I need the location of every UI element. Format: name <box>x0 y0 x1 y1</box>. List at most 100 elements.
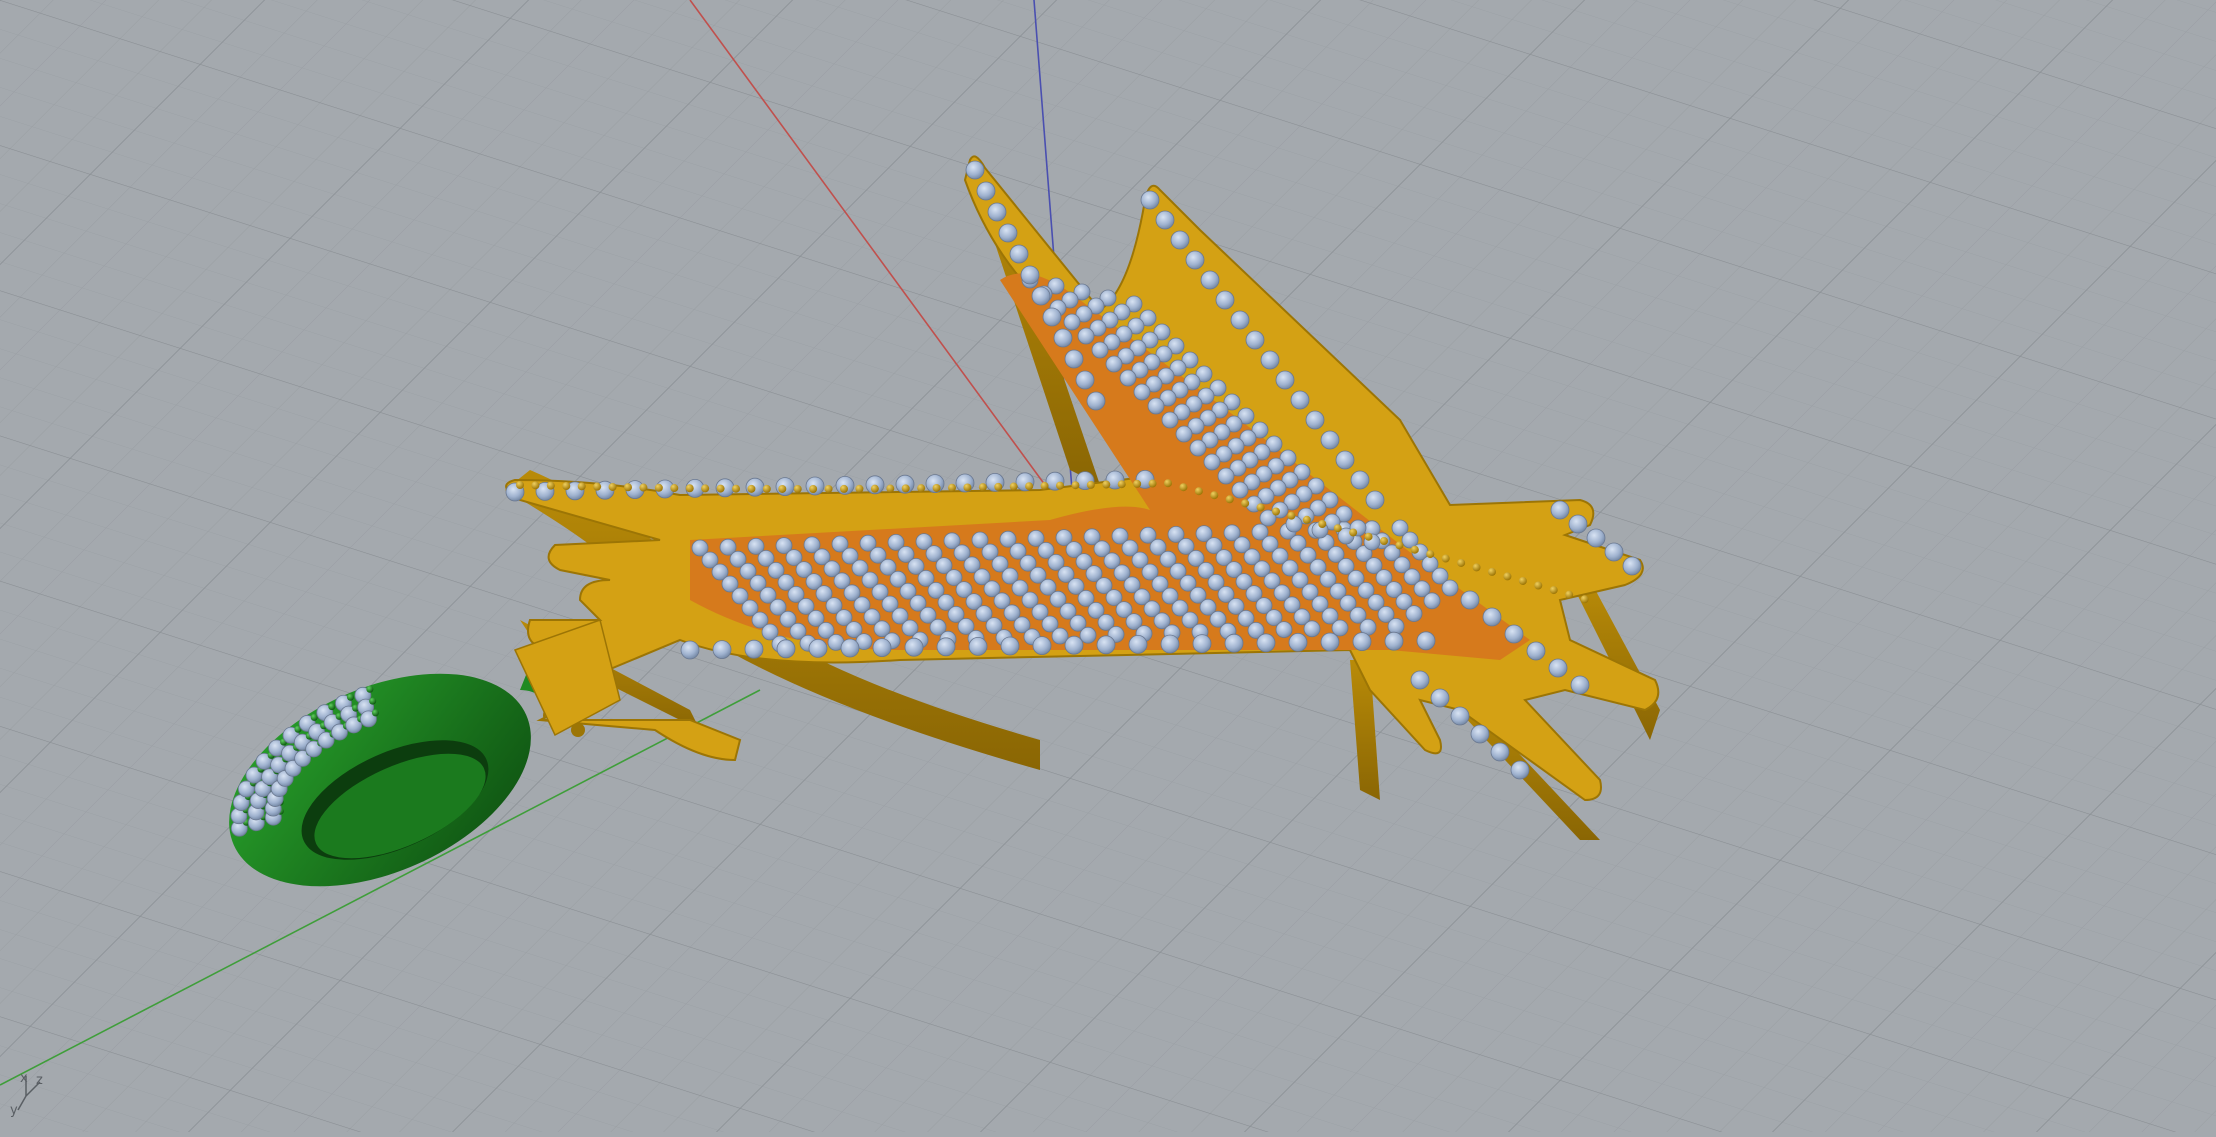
edge-stone <box>1470 724 1490 744</box>
prong <box>1488 567 1496 576</box>
bail-prong <box>346 693 354 701</box>
edge-stone <box>1410 670 1430 690</box>
prong <box>747 484 756 493</box>
prong <box>1349 528 1358 537</box>
edge-stone <box>1430 688 1450 708</box>
prong <box>1565 590 1574 599</box>
edge-stone <box>1586 528 1606 548</box>
pave-stone <box>1423 592 1441 610</box>
edge-stone <box>776 639 796 659</box>
widget-z-label: z <box>36 1073 43 1088</box>
edge-stone <box>1320 430 1340 450</box>
prong <box>1102 480 1111 489</box>
prong <box>793 484 802 493</box>
prong <box>1503 572 1512 581</box>
prong <box>917 484 926 493</box>
pave-stone <box>1077 327 1095 345</box>
edge-stone <box>1335 450 1355 470</box>
prong <box>577 482 586 491</box>
edge-stone <box>1256 633 1276 653</box>
pave-stone <box>1147 397 1165 415</box>
prong <box>870 484 879 493</box>
edge-stone <box>1290 390 1310 410</box>
prong <box>732 484 740 493</box>
prong <box>762 484 771 493</box>
edge-stone <box>712 640 732 659</box>
edge-stone <box>1053 328 1073 348</box>
edge-stone <box>1215 290 1235 310</box>
prong <box>809 484 818 493</box>
pave-stone <box>1175 425 1193 443</box>
edge-stone <box>1020 265 1040 285</box>
prong <box>1395 541 1404 550</box>
prong <box>1580 595 1589 604</box>
edge-stone <box>1568 514 1588 534</box>
edge-stone <box>1096 635 1116 655</box>
viewport-canvas[interactable]: x z y <box>0 0 2216 1132</box>
pave-stone <box>1063 313 1081 331</box>
edge-stone <box>1032 636 1052 655</box>
edge-stone <box>1570 675 1590 695</box>
edge-stone <box>1230 310 1250 330</box>
prong <box>670 484 679 493</box>
prong <box>1272 507 1280 516</box>
prong <box>1333 524 1342 533</box>
prong <box>1179 483 1188 492</box>
prong <box>1241 499 1250 508</box>
prong <box>824 484 833 493</box>
prong <box>701 484 710 493</box>
pave-stone <box>1231 481 1249 499</box>
pave-stone <box>1441 579 1459 597</box>
prong <box>1318 519 1327 528</box>
edge-stone <box>1170 230 1190 250</box>
edge-stone <box>1550 500 1570 520</box>
prong <box>639 483 648 492</box>
edge-stone <box>1192 634 1212 653</box>
pave-stone <box>1091 341 1109 359</box>
prong <box>840 484 848 493</box>
widget-y-label: y <box>10 1103 18 1118</box>
prong <box>1518 576 1527 585</box>
pave-stone <box>1331 619 1349 637</box>
edge-stone <box>1526 641 1546 661</box>
bail-prong <box>369 697 377 705</box>
prong <box>654 483 663 492</box>
edge-stone <box>1086 391 1106 411</box>
edge-stone <box>1260 350 1280 370</box>
prong <box>546 481 555 490</box>
prong <box>1225 495 1234 504</box>
prong <box>932 483 941 492</box>
prong <box>1549 586 1558 595</box>
edge-stone <box>1031 286 1051 306</box>
edge-stone <box>1460 590 1480 610</box>
edge-stone <box>1548 658 1568 678</box>
prong <box>562 482 571 491</box>
edge-stone <box>1155 210 1175 230</box>
edge-stone <box>1365 490 1385 510</box>
prong <box>1071 481 1080 490</box>
widget-x-label: x <box>20 1071 28 1086</box>
prong <box>1441 554 1450 563</box>
edge-stone <box>998 223 1018 243</box>
edge-stone <box>904 637 924 657</box>
prong <box>1256 503 1265 512</box>
prong <box>855 484 864 493</box>
edge-stone <box>1200 270 1220 290</box>
edge-stone <box>965 160 985 180</box>
edge-stone <box>1064 349 1084 369</box>
prong <box>1009 482 1018 491</box>
prong <box>1210 491 1219 500</box>
edge-stone <box>1009 244 1029 264</box>
edge-stone <box>1042 307 1062 327</box>
pave-stone <box>1387 618 1405 635</box>
pave-stone <box>1303 620 1321 638</box>
edge-stone <box>1128 635 1148 654</box>
edge-stone <box>1000 636 1020 656</box>
pave-stone <box>1105 355 1123 373</box>
prong <box>778 484 787 493</box>
edge-stone <box>936 637 956 657</box>
edge-stone <box>1245 330 1265 350</box>
3d-viewport[interactable]: x z y <box>0 0 2216 1132</box>
edge-stone <box>976 181 996 201</box>
prong <box>624 483 632 492</box>
